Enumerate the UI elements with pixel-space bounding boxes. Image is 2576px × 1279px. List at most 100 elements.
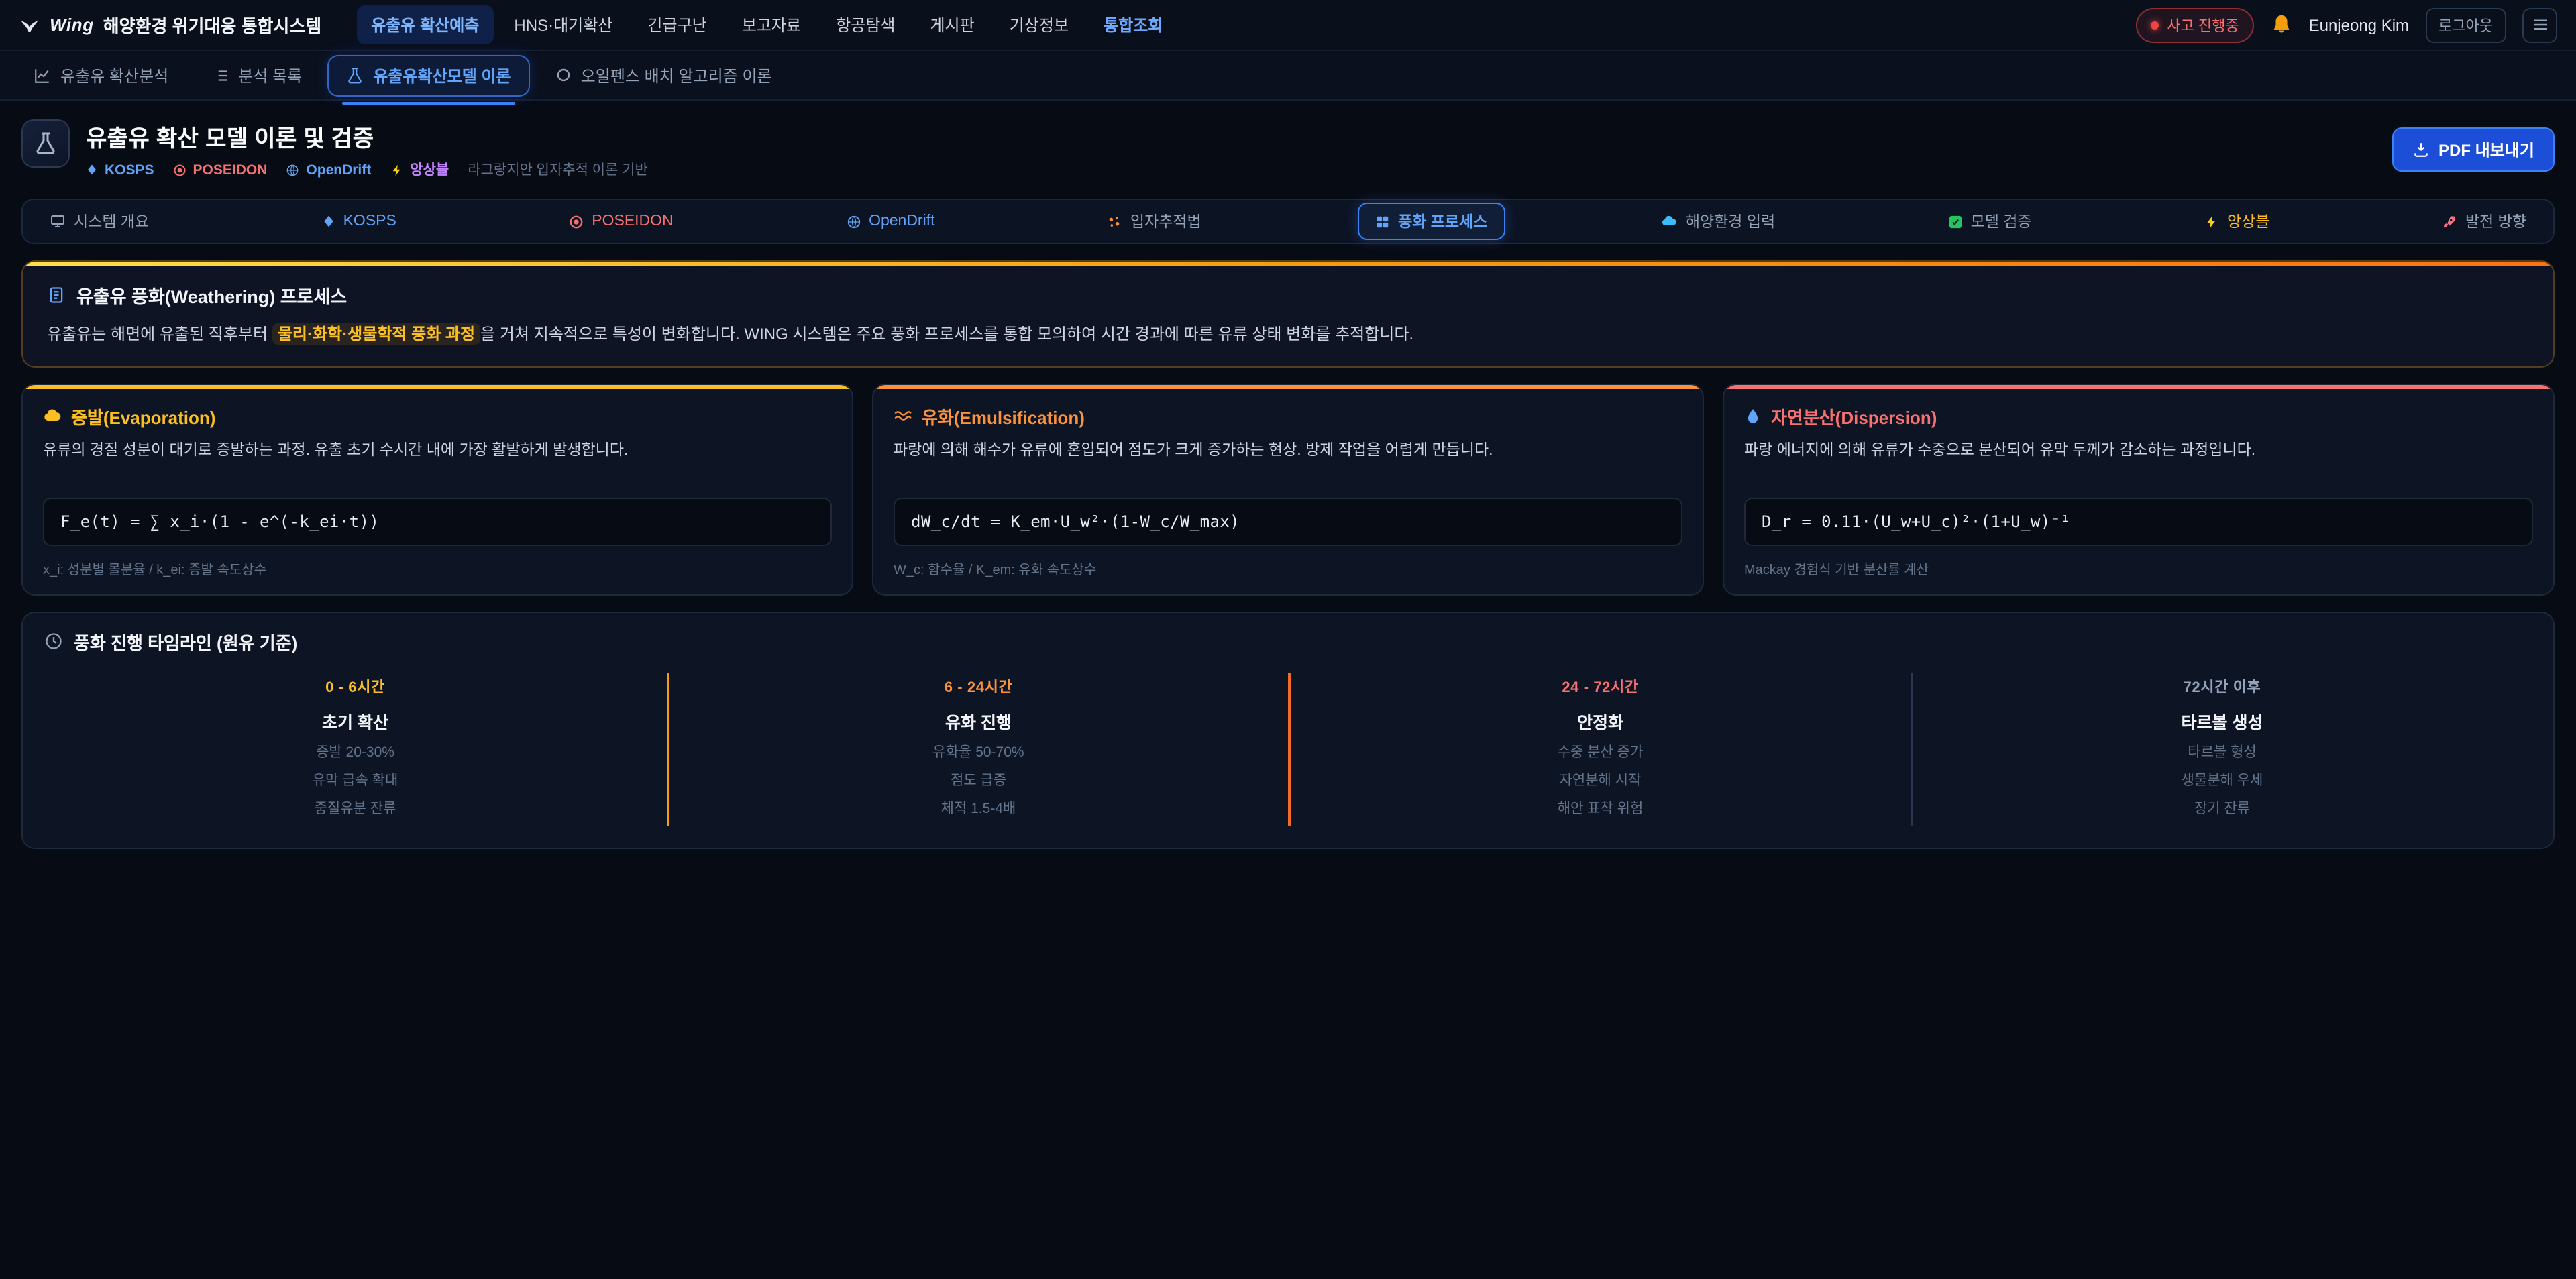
tab-label: 유출유확산모델 이론	[373, 64, 511, 87]
diamond-icon	[86, 164, 98, 176]
section-tab-marine-environment-input[interactable]: 해양환경 입력	[1646, 204, 1791, 239]
phase-item: 해안 표착 위험	[1304, 797, 1896, 818]
nav-item-board[interactable]: 게시판	[915, 5, 989, 44]
alert-dot-icon	[2151, 21, 2159, 29]
dispersion-formula: D_r = 0.11·(U_w+U_c)²·(1+U_w)⁻¹	[1744, 497, 2533, 545]
nav-item-weather-info[interactable]: 기상정보	[995, 5, 1083, 44]
weathering-timeline-card: 풍화 진행 타임라인 (원유 기준) 0 - 6시간 초기 확산 증발 20-3…	[21, 611, 2555, 848]
page-header-text: 유출유 확산 모델 이론 및 검증 KOSPS POSEIDON OpenDri…	[86, 119, 648, 180]
timeline-phase-2: 6 - 24시간 유화 진행 유화율 50-70% 점도 급증 체적 1.5-4…	[666, 673, 1288, 826]
phase-item: 생물분해 우세	[1926, 769, 2518, 789]
phase-name: 타르볼 생성	[1926, 708, 2518, 733]
droplet-icon	[1744, 407, 1762, 425]
section-tab-ensemble[interactable]: 앙상블	[2188, 204, 2286, 239]
phase-item: 증발 20-30%	[58, 741, 653, 761]
tab-diffusion-model-theory[interactable]: 유출유확산모델 이론	[327, 54, 529, 96]
check-square-icon	[1948, 214, 1963, 229]
clock-icon	[44, 632, 63, 651]
globe-icon	[286, 163, 299, 176]
nav-item-integrated-search[interactable]: 통합조회	[1089, 5, 1177, 44]
lightning-icon	[390, 163, 403, 176]
incident-status-badge[interactable]: 사고 진행중	[2136, 7, 2253, 42]
nav-item-oil-spill-prediction[interactable]: 유출유 확산예측	[356, 5, 494, 44]
wing-logo-icon	[19, 14, 40, 36]
phase-period: 0 - 6시간	[58, 675, 653, 697]
weathering-overview-panel: 유출유 풍화(Weathering) 프로세스 유출유는 해면에 유출된 직후부…	[21, 260, 2555, 367]
section-tab-particle-tracking[interactable]: 입자추적법	[1091, 204, 1218, 239]
tab-spill-analysis[interactable]: 유출유 확산분석	[16, 56, 186, 95]
flask-icon	[346, 66, 364, 84]
card-title: 자연분산(Dispersion)	[1771, 403, 1937, 429]
cloud-icon	[43, 406, 62, 425]
nav-item-reports[interactable]: 보고자료	[727, 5, 816, 44]
weathering-highlight: 물리·화학·생물학적 풍화 과정	[272, 323, 480, 345]
phase-item: 중질유분 잔류	[58, 797, 653, 818]
timeline-phases: 0 - 6시간 초기 확산 증발 20-30% 유막 급속 확대 중질유분 잔류…	[44, 673, 2532, 826]
notification-bell-icon[interactable]	[2270, 13, 2293, 36]
top-nav-right: 사고 진행중 Eunjeong Kim 로그아웃	[2136, 7, 2557, 42]
section-tab-opendrift[interactable]: OpenDrift	[830, 207, 951, 236]
particles-icon	[1108, 214, 1122, 229]
nav-item-hns-atmospheric[interactable]: HNS·대기확산	[499, 5, 627, 44]
pdf-export-button[interactable]: PDF 내보내기	[2392, 127, 2555, 172]
phase-item: 자연분해 시작	[1304, 769, 1896, 789]
page-subtitle: 라그랑지안 입자추적 이론 기반	[468, 160, 648, 180]
phase-item: 수중 분산 증가	[1304, 741, 1896, 761]
poseidon-badge: POSEIDON	[173, 162, 268, 178]
card-title: 증발(Evaporation)	[71, 403, 215, 429]
section-tab-model-validation[interactable]: 모델 검증	[1932, 204, 2048, 239]
sub-tab-bar: 유출유 확산분석 분석 목록 유출유확산모델 이론 오일펜스 배치 알고리즘 이…	[0, 51, 2576, 101]
download-icon	[2412, 141, 2429, 158]
nav-item-emergency-rescue[interactable]: 긴급구난	[633, 5, 721, 44]
circle-icon	[555, 67, 572, 83]
ensemble-badge: 앙상블	[390, 160, 449, 180]
chart-icon	[34, 66, 51, 84]
section-tab-poseidon[interactable]: POSEIDON	[553, 207, 689, 236]
page-title: 유출유 확산 모델 이론 및 검증	[86, 119, 648, 153]
phase-item: 타르볼 형성	[1926, 741, 2518, 761]
phase-item: 유화율 50-70%	[682, 741, 1275, 761]
emulsification-card: 유화(Emulsification) 파랑에 의해 해수가 유류에 혼입되어 점…	[872, 383, 1704, 595]
tab-oil-fence-algorithm-theory[interactable]: 오일펜스 배치 알고리즘 이론	[538, 56, 790, 95]
brand-logo-text: Wing	[50, 15, 94, 35]
card-footnote: x_i: 성분별 몰분율 / k_ei: 증발 속도상수	[43, 557, 832, 577]
phase-period: 24 - 72시간	[1304, 675, 1896, 697]
phase-item: 체적 1.5-4배	[682, 797, 1275, 818]
section-tab-future-direction[interactable]: 발전 방향	[2426, 204, 2542, 239]
page-header: 유출유 확산 모델 이론 및 검증 KOSPS POSEIDON OpenDri…	[0, 101, 2576, 193]
timeline-phase-4: 72시간 이후 타르볼 생성 타르볼 형성 생물분해 우세 장기 잔류	[1910, 673, 2532, 826]
evaporation-formula: F_e(t) = ∑ x_i·(1 - e^(-k_ei·t))	[43, 497, 832, 545]
timeline-phase-3: 24 - 72시간 안정화 수중 분산 증가 자연분해 시작 해안 표착 위험	[1288, 673, 1910, 826]
timeline-title: 풍화 진행 타임라인 (원유 기준)	[74, 628, 297, 654]
top-nav-bar: Wing 해양환경 위기대응 통합시스템 유출유 확산예측 HNS·대기확산 긴…	[0, 0, 2576, 51]
logout-button[interactable]: 로그아웃	[2425, 7, 2506, 42]
phase-item: 점도 급증	[682, 769, 1275, 789]
process-cards: 증발(Evaporation) 유류의 경질 성분이 대기로 증발하는 과정. …	[21, 383, 2555, 595]
tab-label: 분석 목록	[238, 64, 302, 87]
hamburger-menu-button[interactable]	[2522, 7, 2557, 42]
grid-card-icon	[1375, 214, 1390, 229]
phase-period: 72시간 이후	[1926, 675, 2518, 697]
rocket-icon	[2443, 214, 2457, 229]
app-brand[interactable]: Wing 해양환경 위기대응 통합시스템	[19, 12, 321, 38]
section-tab-kosps[interactable]: KOSPS	[306, 207, 413, 236]
kosps-badge: KOSPS	[86, 162, 154, 178]
section-tab-bar: 시스템 개요 KOSPS POSEIDON OpenDrift 입자추적법 풍화…	[21, 199, 2555, 244]
weathering-description: 유출유는 해면에 유출된 직후부터 물리·화학·생물학적 풍화 과정을 거쳐 지…	[47, 322, 2529, 347]
timeline-phase-1: 0 - 6시간 초기 확산 증발 20-30% 유막 급속 확대 중질유분 잔류	[44, 673, 666, 826]
wave-icon	[894, 406, 912, 425]
user-name: Eunjeong Kim	[2309, 15, 2409, 34]
nav-item-aerial-search[interactable]: 항공탐색	[821, 5, 910, 44]
tab-analysis-list[interactable]: 분석 목록	[194, 56, 319, 95]
brand-title: 해양환경 위기대응 통합시스템	[103, 12, 321, 38]
card-description: 파랑 에너지에 의해 유류가 수중으로 분산되어 유막 두께가 감소하는 과정입…	[1744, 439, 2533, 485]
main-menu: 유출유 확산예측 HNS·대기확산 긴급구난 보고자료 항공탐색 게시판 기상정…	[356, 5, 1177, 44]
section-tab-system-overview[interactable]: 시스템 개요	[34, 204, 165, 239]
section-tab-weathering-process[interactable]: 풍화 프로세스	[1358, 203, 1505, 240]
model-badges: KOSPS POSEIDON OpenDrift 앙상블 라그랑지안 입자추적 …	[86, 160, 648, 180]
card-footnote: Mackay 경험식 기반 분산률 계산	[1744, 557, 2533, 577]
card-description: 파랑에 의해 해수가 유류에 혼입되어 점도가 크게 증가하는 현상. 방제 작…	[894, 439, 1682, 485]
dispersion-card: 자연분산(Dispersion) 파랑 에너지에 의해 유류가 수중으로 분산되…	[1723, 383, 2555, 595]
monitor-icon	[50, 213, 66, 229]
phase-name: 유화 진행	[682, 708, 1275, 733]
